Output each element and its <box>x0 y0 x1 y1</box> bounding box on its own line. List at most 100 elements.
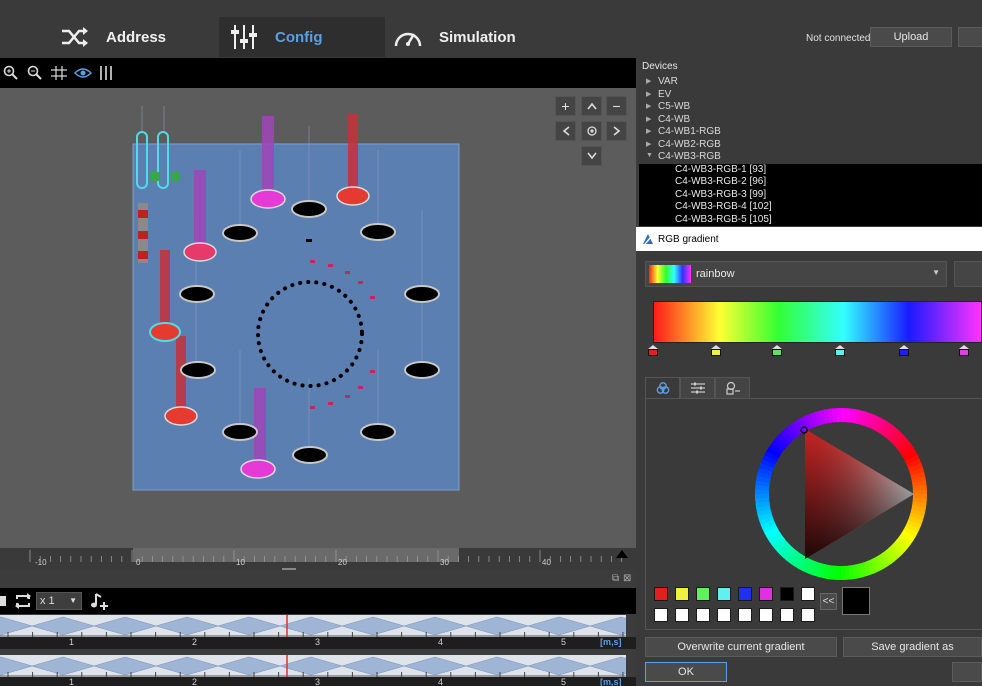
palette-swatch[interactable] <box>780 608 794 622</box>
zoom-in-icon[interactable] <box>0 62 22 84</box>
overflow-button[interactable] <box>958 27 982 47</box>
gradient-stop-6[interactable] <box>959 345 969 356</box>
palette-swatch[interactable] <box>696 608 710 622</box>
upload-button[interactable]: Upload <box>870 27 952 47</box>
top-bar: Address Config Simulation Not connected … <box>0 0 982 58</box>
device-item-c4-wb3-rgb[interactable]: ▼ C4-WB3-RGB <box>639 151 982 164</box>
speed-select[interactable]: x 1 ▼ <box>36 592 82 610</box>
gradient-preview[interactable] <box>653 301 982 343</box>
palette-swatch[interactable] <box>654 608 668 622</box>
overwrite-gradient-button[interactable]: Overwrite current gradient <box>645 637 837 657</box>
tab-address-label: Address <box>106 28 167 46</box>
tab-color-wheel[interactable] <box>645 377 680 399</box>
gradient-stop-color <box>772 349 782 356</box>
beam-pink-left <box>194 170 206 250</box>
gauge-icon <box>391 22 425 52</box>
chevron-down-icon: ▼ <box>646 152 653 159</box>
device-child-item[interactable]: C4-WB3-RGB-4 [102] <box>639 201 982 214</box>
gradient-preset-select[interactable]: rainbow ▼ <box>645 261 947 287</box>
zoom-out-icon[interactable] <box>24 62 46 84</box>
preset-swatch <box>649 265 691 283</box>
pan-up-button[interactable] <box>581 96 602 116</box>
palette-swatch[interactable] <box>675 587 689 601</box>
stop-icon[interactable] <box>0 596 6 606</box>
horizontal-ruler[interactable]: -10 0 10 20 30 40 <box>0 548 636 570</box>
palette-swatch[interactable] <box>801 608 815 622</box>
device-child-item[interactable]: C4-WB3-RGB-5 [105] <box>639 213 982 226</box>
device-child-item[interactable]: C4-WB3-RGB-1 [93] <box>639 163 982 176</box>
tab-palette[interactable] <box>715 377 750 399</box>
device-item-var[interactable]: ▶ VAR <box>639 76 982 89</box>
palette-swatch[interactable] <box>675 608 689 622</box>
tab-config[interactable]: Config <box>219 17 385 57</box>
tab-simulation[interactable]: Simulation <box>391 17 516 57</box>
gradient-stop-5[interactable] <box>899 345 909 356</box>
timeline-unit: [m,s] <box>600 677 622 686</box>
gradient-stop-4[interactable] <box>835 345 845 356</box>
preset-name: rainbow <box>696 268 735 280</box>
timeline-unit: [m,s] <box>600 637 622 647</box>
visibility-icon[interactable] <box>72 62 94 84</box>
device-item-ev[interactable]: ▶ EV <box>639 89 982 102</box>
palette-swatch[interactable] <box>717 587 731 601</box>
zoom-in-button[interactable]: + <box>555 96 576 116</box>
device-item-c4-wb[interactable]: ▶ C4-WB <box>639 114 982 127</box>
gradient-stop-2[interactable] <box>711 345 721 356</box>
tab-sliders[interactable] <box>680 377 715 399</box>
device-item-c5-wb[interactable]: ▶ C5-WB <box>639 101 982 114</box>
pan-right-button[interactable] <box>606 121 627 141</box>
ok-button[interactable]: OK <box>645 662 727 682</box>
pan-left-button[interactable] <box>555 121 576 141</box>
save-gradient-as-button[interactable]: Save gradient as <box>843 637 982 657</box>
timeline-tick: 2 <box>192 677 198 686</box>
device-item-c4-wb2-rgb[interactable]: ▶ C4-WB2-RGB <box>639 139 982 152</box>
tab-address[interactable]: Address <box>58 17 166 57</box>
timeline-tick: 3 <box>315 677 321 686</box>
palette-swatch[interactable] <box>654 587 668 601</box>
palette-swatch[interactable] <box>696 587 710 601</box>
device-item-c4-wb1-rgb[interactable]: ▶ C4-WB1-RGB <box>639 126 982 139</box>
timeline-track-2[interactable] <box>0 655 626 677</box>
preset-action-button[interactable] <box>954 261 982 287</box>
gradient-stop-color <box>899 349 909 356</box>
loop-icon[interactable] <box>14 592 32 615</box>
center-view-button[interactable] <box>581 121 602 141</box>
ruler-label: 0 <box>136 558 141 567</box>
color-wheel-pane: << <box>645 398 982 630</box>
fixture-canvas[interactable]: + − <box>0 88 636 548</box>
gradient-dialog-titlebar[interactable]: RGB gradient <box>636 227 982 251</box>
current-color-preview <box>842 587 870 615</box>
splitter-bar[interactable]: ⧉ ⊠ <box>0 568 636 588</box>
timeline-track-1[interactable] <box>0 615 626 637</box>
align-icon[interactable] <box>96 62 118 84</box>
palette-swatch[interactable] <box>759 608 773 622</box>
palette-swatch[interactable] <box>738 608 752 622</box>
timeline-tick: 1 <box>69 677 75 686</box>
palette-swatch[interactable] <box>759 587 773 601</box>
devices-header: Devices <box>642 61 678 72</box>
palette-swatch[interactable] <box>801 587 815 601</box>
palette-swatch[interactable] <box>717 608 731 622</box>
gradient-stop-1[interactable] <box>648 345 658 356</box>
gradient-stop-3[interactable] <box>772 345 782 356</box>
grid-icon[interactable] <box>48 62 70 84</box>
dock-float-icon[interactable]: ⧉ <box>612 573 619 584</box>
device-child-item[interactable]: C4-WB3-RGB-3 [99] <box>639 188 982 201</box>
cancel-button[interactable] <box>952 662 982 682</box>
device-child-item[interactable]: C4-WB3-RGB-2 [96] <box>639 176 982 189</box>
ruler-label: -10 <box>35 558 47 567</box>
palette-swatch[interactable] <box>780 587 794 601</box>
dock-close-icon[interactable]: ⊠ <box>623 573 631 584</box>
color-wheel[interactable] <box>754 407 928 581</box>
add-note-icon[interactable] <box>90 591 110 616</box>
canvas-toolbar <box>0 58 636 88</box>
shuffle-icon <box>58 22 92 52</box>
palette-swatch[interactable] <box>738 587 752 601</box>
gradient-dialog: rainbow ▼ << Overwrite current gradient … <box>636 251 982 686</box>
splitter-handle[interactable] <box>282 568 296 570</box>
pan-down-button[interactable] <box>581 146 602 166</box>
rgb-circles-icon <box>656 382 669 394</box>
collapse-palette-button[interactable]: << <box>820 593 837 610</box>
zoom-out-button[interactable]: − <box>606 96 627 116</box>
timeline-tick: 2 <box>192 637 198 647</box>
